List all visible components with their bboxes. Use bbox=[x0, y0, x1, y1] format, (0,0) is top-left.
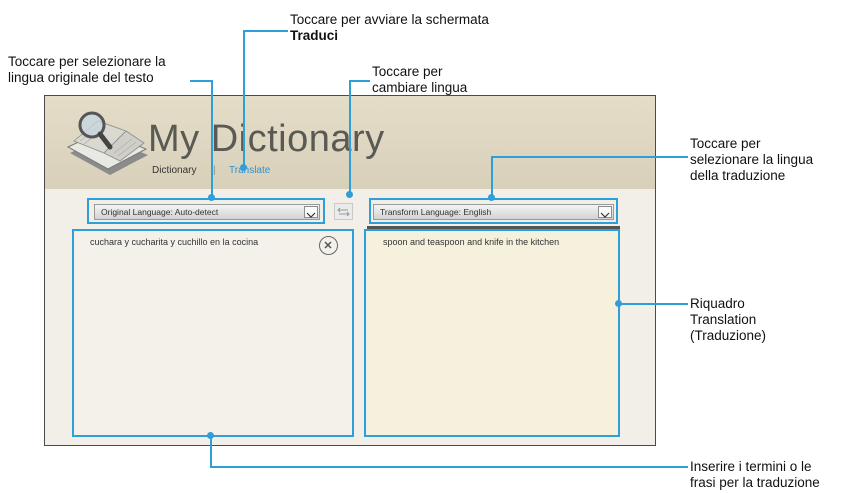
annotation-translate-tab-line1: Toccare per avviare la schermata bbox=[290, 12, 489, 27]
callout-line bbox=[210, 436, 212, 468]
annotation-swap-language-line2: cambiare lingua bbox=[372, 80, 468, 95]
annotation-output-pane-line1: Riquadro bbox=[690, 296, 745, 311]
clear-input-button[interactable] bbox=[319, 236, 338, 255]
source-language-selected: Original Language: Auto-detect bbox=[101, 207, 219, 217]
annotation-source-language-line2: lingua originale del testo bbox=[8, 70, 154, 85]
callout-dot bbox=[240, 164, 247, 171]
callout-dot bbox=[346, 191, 353, 198]
annotation-input-pane: Inserire i termini o le frasi per la tra… bbox=[690, 459, 820, 491]
callout-line bbox=[349, 80, 351, 195]
annotation-source-language: Toccare per selezionare la lingua origin… bbox=[8, 54, 166, 86]
annotation-target-language-line3: della traduzione bbox=[690, 168, 786, 183]
callout-line bbox=[210, 466, 688, 468]
callout-line bbox=[211, 80, 213, 198]
annotation-swap-language: Toccare per cambiare lingua bbox=[372, 64, 467, 96]
callout-dot bbox=[615, 300, 622, 307]
input-text[interactable]: cuchara y cucharita y cuchillo en la coc… bbox=[90, 237, 258, 247]
callout-dot bbox=[488, 194, 495, 201]
annotation-output-pane-line2: Translation bbox=[690, 312, 757, 327]
book-magnifier-logo-icon bbox=[66, 111, 148, 175]
target-language-chevron-down-icon[interactable] bbox=[598, 206, 612, 218]
close-icon bbox=[324, 241, 332, 249]
annotation-target-language: Toccare per selezionare la lingua della … bbox=[690, 136, 813, 184]
annotation-input-pane-line2: frasi per la traduzione bbox=[690, 475, 820, 490]
annotation-swap-language-line1: Toccare per bbox=[372, 64, 443, 79]
callout-line bbox=[491, 156, 493, 196]
callout-line bbox=[620, 303, 688, 305]
tab-dictionary[interactable]: Dictionary bbox=[152, 165, 196, 176]
nav-separator: | bbox=[213, 165, 216, 176]
annotation-output-pane-line3: (Traduzione) bbox=[690, 328, 767, 343]
swap-arrows-icon bbox=[337, 207, 350, 217]
annotation-translate-tab-bold: Traduci bbox=[290, 28, 339, 43]
output-text: spoon and teaspoon and knife in the kitc… bbox=[383, 237, 560, 247]
tab-translate[interactable]: Translate bbox=[229, 165, 270, 176]
output-pane-callout-box bbox=[364, 229, 620, 437]
callout-line bbox=[243, 30, 245, 168]
annotation-target-language-line1: Toccare per bbox=[690, 136, 761, 151]
swap-language-button[interactable] bbox=[334, 203, 353, 220]
target-language-selected: Transform Language: English bbox=[380, 207, 492, 217]
callout-dot bbox=[208, 194, 215, 201]
target-language-dropdown[interactable]: Transform Language: English bbox=[373, 204, 614, 220]
annotation-output-pane: Riquadro Translation (Traduzione) bbox=[690, 296, 766, 344]
callout-line bbox=[491, 156, 688, 158]
callout-line bbox=[349, 80, 370, 82]
callout-line bbox=[243, 30, 288, 32]
source-language-chevron-down-icon[interactable] bbox=[304, 206, 318, 218]
annotation-source-language-line1: Toccare per selezionare la bbox=[8, 54, 166, 69]
input-pane-callout-box bbox=[72, 229, 354, 437]
callout-dot bbox=[207, 432, 214, 439]
annotation-target-language-line2: selezionare la lingua bbox=[690, 152, 814, 167]
annotation-translate-tab: Toccare per avviare la schermata Traduci bbox=[290, 12, 489, 44]
annotation-translate-tab-line2: Traduci bbox=[290, 28, 489, 44]
callout-line bbox=[190, 80, 213, 82]
annotation-input-pane-line1: Inserire i termini o le bbox=[690, 459, 812, 474]
source-language-dropdown[interactable]: Original Language: Auto-detect bbox=[94, 204, 320, 220]
